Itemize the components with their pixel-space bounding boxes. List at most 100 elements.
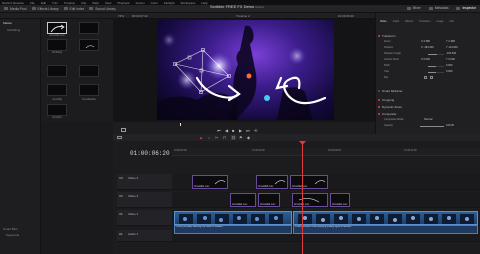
play-reverse-icon[interactable]: ◀ bbox=[225, 128, 228, 133]
menu-item-help[interactable]: Help bbox=[201, 1, 207, 5]
play-icon[interactable]: ▶ bbox=[239, 128, 242, 133]
media-clip-thumb[interactable] bbox=[79, 22, 99, 34]
media-clip-thumb[interactable] bbox=[79, 65, 99, 77]
mixer-icon bbox=[406, 6, 411, 10]
pitch-field[interactable]: 0.000 bbox=[446, 64, 453, 67]
menu-item-timeline[interactable]: Timeline bbox=[64, 1, 75, 5]
menu-item-fairlight[interactable]: Fairlight bbox=[164, 1, 175, 5]
section-dynamic-zoom[interactable]: Dynamic Zoom bbox=[378, 104, 479, 109]
link-icon[interactable]: ⛓ bbox=[231, 135, 236, 140]
clip[interactable]: ArrowAE1.mov bbox=[330, 193, 350, 207]
section-cropping[interactable]: Cropping bbox=[378, 97, 479, 102]
menu-item-fusion[interactable]: Fusion bbox=[136, 1, 145, 5]
loop-icon[interactable]: ⟲ bbox=[254, 128, 257, 133]
playhead[interactable] bbox=[302, 143, 303, 254]
bin-scribbling[interactable]: Scribbling bbox=[7, 28, 20, 32]
marker-icon[interactable]: ◆ bbox=[247, 135, 250, 140]
menu-item-view[interactable]: View bbox=[105, 1, 111, 5]
media-clip-thumb[interactable] bbox=[47, 84, 67, 96]
rotation-field[interactable]: -152.500 bbox=[446, 52, 456, 55]
track-header-a1[interactable]: A1 Audio 1 bbox=[117, 230, 172, 242]
opacity-field[interactable]: 100.00 bbox=[446, 124, 454, 127]
sound-library-button[interactable]: Sound Library bbox=[89, 7, 116, 11]
audio-clip[interactable]: STRG_AA edm crowd jumping pulsing lights… bbox=[293, 225, 478, 234]
tab-video[interactable]: Video bbox=[380, 20, 387, 25]
video-clip[interactable] bbox=[293, 211, 478, 225]
flip-horizontal-icon[interactable] bbox=[424, 76, 427, 79]
go-to-end-icon[interactable]: ⏭ bbox=[246, 128, 250, 133]
rotation-slider[interactable] bbox=[428, 53, 444, 55]
blade-tool-icon[interactable]: ✂ bbox=[215, 135, 218, 140]
inspector-button[interactable]: Inspector bbox=[456, 6, 476, 10]
pitch-slider[interactable] bbox=[428, 65, 444, 67]
tab-image[interactable]: Image bbox=[436, 20, 443, 25]
media-clip-thumb[interactable] bbox=[47, 39, 67, 51]
clip[interactable]: ArrowAE1.mov bbox=[192, 175, 228, 189]
zoom-y-field[interactable]: Y 2.380 bbox=[446, 40, 455, 43]
track-header-v2[interactable]: V2 Video 2 bbox=[117, 192, 172, 208]
audio-clip[interactable]: STRG_AA party dancing live music in fest… bbox=[174, 225, 292, 234]
go-to-start-icon[interactable]: ⏮ bbox=[217, 128, 221, 133]
stop-icon[interactable]: ■ bbox=[232, 128, 234, 133]
timeline-view-icon[interactable] bbox=[117, 136, 122, 139]
clip[interactable]: ArrowAE4.mov bbox=[230, 193, 256, 207]
menu-item-mark[interactable]: Mark bbox=[92, 1, 99, 5]
scrubber-handle[interactable] bbox=[180, 123, 181, 126]
media-pool-button[interactable]: Media Pool bbox=[4, 7, 27, 11]
metadata-button[interactable]: Metadata bbox=[428, 6, 448, 10]
media-clip-thumb[interactable] bbox=[79, 39, 99, 51]
section-smart-reframe[interactable]: Smart Reframe bbox=[378, 88, 479, 93]
smart-bin-keywords[interactable]: Keywords bbox=[6, 233, 19, 237]
snapping-icon[interactable]: ⊓ bbox=[223, 135, 226, 140]
video-clip[interactable] bbox=[174, 211, 292, 225]
section-composite[interactable]: Composite bbox=[378, 111, 479, 116]
tab-file[interactable]: File bbox=[450, 20, 454, 25]
menu-item-clip[interactable]: Clip bbox=[81, 1, 86, 5]
menu-item-app[interactable]: DaVinci Resolve bbox=[2, 1, 24, 5]
track-header-v3[interactable]: V3 Video 3 bbox=[117, 174, 172, 190]
mixer-button[interactable]: Mixer bbox=[406, 6, 421, 10]
timeline-name[interactable]: Timeline 2 bbox=[236, 14, 250, 18]
menu-item-playback[interactable]: Playback bbox=[117, 1, 129, 5]
clip[interactable]: ArrowAE1.mov bbox=[290, 175, 328, 189]
menu-item-workspace[interactable]: Workspace bbox=[180, 1, 195, 5]
media-clip-label: ArrowSm bbox=[52, 117, 62, 119]
select-tool-icon[interactable]: ▲ bbox=[199, 135, 203, 140]
section-transform[interactable]: Transform bbox=[378, 33, 479, 38]
composite-mode-select[interactable]: Normal bbox=[424, 118, 432, 121]
anchor-x-field[interactable]: X 0.000 bbox=[421, 58, 430, 61]
tab-audio[interactable]: Audio bbox=[393, 20, 400, 25]
zoom-x-field[interactable]: X 2.380 bbox=[421, 40, 430, 43]
clip[interactable]: ArrowAE5.mov bbox=[256, 175, 288, 189]
media-clip-thumb[interactable] bbox=[47, 104, 67, 116]
yaw-slider[interactable] bbox=[428, 71, 444, 73]
smart-bins-header[interactable]: Smart Bins bbox=[3, 227, 18, 231]
tab-transition[interactable]: Transition bbox=[419, 20, 430, 25]
opacity-slider[interactable] bbox=[420, 125, 444, 127]
clip[interactable]: ArrowAE1.mov bbox=[292, 193, 328, 207]
bin-master[interactable]: Master bbox=[3, 21, 12, 25]
effects-library-button[interactable]: Effects Library bbox=[31, 7, 59, 11]
edit-index-button[interactable]: Edit Index bbox=[63, 7, 84, 11]
menu-item-color[interactable]: Color bbox=[151, 1, 158, 5]
position-y-field[interactable]: Y 114.000 bbox=[446, 46, 458, 49]
flag-icon[interactable]: ⚑ bbox=[239, 135, 243, 140]
video-frame[interactable] bbox=[157, 20, 334, 120]
tab-effects[interactable]: Effects bbox=[405, 20, 413, 25]
flip-vertical-icon[interactable] bbox=[430, 76, 433, 79]
media-clip-thumb[interactable] bbox=[47, 65, 67, 77]
media-clip-thumb[interactable] bbox=[79, 84, 99, 96]
trim-tool-icon[interactable]: ⇔ bbox=[207, 135, 211, 140]
menu-item-trim[interactable]: Trim bbox=[52, 1, 58, 5]
position-x-field[interactable]: X -184.000 bbox=[421, 46, 434, 49]
menu-item-file[interactable]: File bbox=[30, 1, 35, 5]
menu-item-edit[interactable]: Edit bbox=[41, 1, 46, 5]
clip[interactable]: ArrowAE4.mov bbox=[258, 193, 280, 207]
zoom-level[interactable]: 74% bbox=[118, 14, 124, 18]
viewer-mode-icon[interactable] bbox=[121, 128, 126, 132]
track-header-v1[interactable]: V1 Video 1 bbox=[117, 210, 172, 226]
timeline-ruler[interactable]: 01:00:00:00 01:00:04:00 01:00:08:00 01:0… bbox=[172, 148, 480, 156]
yaw-field[interactable]: 0.000 bbox=[446, 70, 453, 73]
anchor-y-field[interactable]: Y 0.000 bbox=[446, 58, 455, 61]
media-clip-thumb[interactable] bbox=[47, 22, 67, 34]
